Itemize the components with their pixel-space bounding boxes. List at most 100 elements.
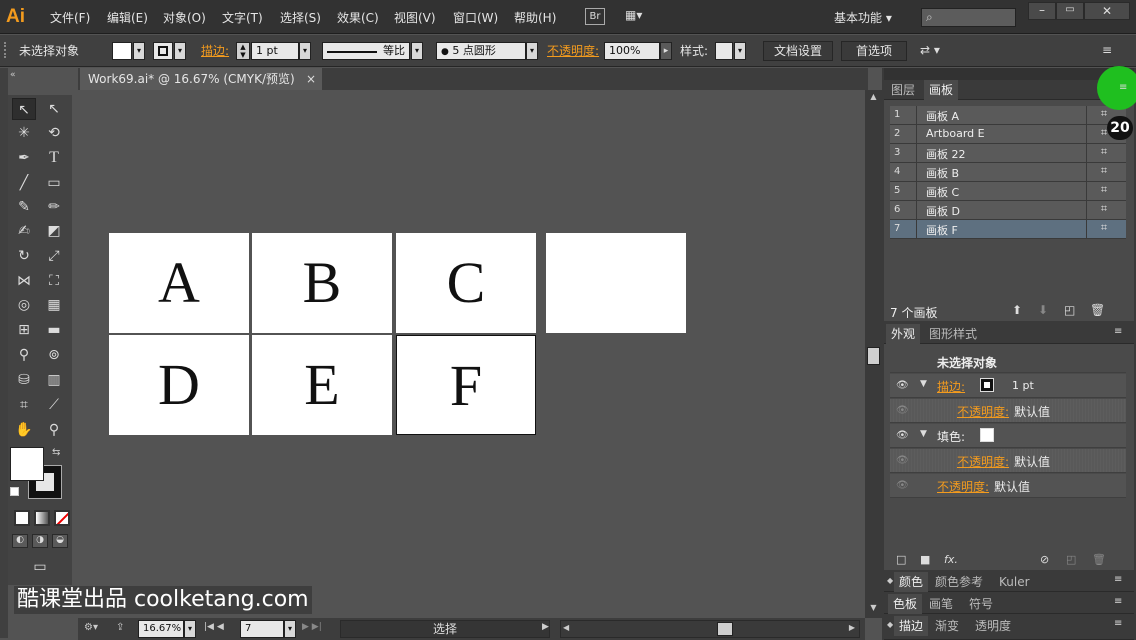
artboard-options-icon[interactable]: ⌗ <box>1095 202 1113 218</box>
zoom-tool-icon[interactable]: ⚲ <box>42 419 66 441</box>
fill-attribute-label[interactable]: 填色: <box>937 428 965 445</box>
fill-dropdown[interactable]: ▾ <box>133 42 145 60</box>
stroke-attribute-label[interactable]: 描边: <box>937 378 965 395</box>
fill-attribute-swatch[interactable] <box>980 428 994 442</box>
eye-icon[interactable]: 👁 <box>896 430 910 441</box>
stroke-attribute-row[interactable]: 👁 ▼ 描边: 1 pt <box>890 374 1126 398</box>
draw-normal-icon[interactable]: ◐ <box>12 534 28 548</box>
collapse-arrows-icon[interactable]: « <box>10 70 16 80</box>
gradient-mode-icon[interactable] <box>34 510 50 526</box>
scroll-left-icon[interactable]: ◀ <box>563 623 569 632</box>
brush-definition[interactable]: ● 5 点圆形 <box>436 42 526 60</box>
tab-transparency[interactable]: 透明度 <box>970 616 1016 636</box>
paintbrush-tool-icon[interactable]: ✎ <box>12 196 36 218</box>
move-up-icon[interactable]: ⬆ <box>1012 303 1022 317</box>
stroke-weight-field[interactable]: 1 pt <box>251 42 299 60</box>
stroke-dropdown[interactable]: ▾ <box>174 42 186 60</box>
artboard-row[interactable]: 5 画板 C ⌗ <box>890 182 1126 201</box>
tab-swatches[interactable]: 色板 <box>888 594 923 614</box>
shape-builder-tool-icon[interactable]: ◎ <box>12 294 36 316</box>
menu-type[interactable]: 文字(T) <box>222 9 263 27</box>
blend-tool-icon[interactable]: ⊚ <box>42 344 66 366</box>
scroll-down-icon[interactable]: ▼ <box>867 603 880 615</box>
artboard-row-selected[interactable]: 7 画板 F ⌗ <box>890 220 1126 239</box>
draw-inside-icon[interactable]: ◒ <box>52 534 68 548</box>
none-mode-icon[interactable] <box>54 510 70 526</box>
eye-icon[interactable]: 👁 <box>896 480 910 491</box>
selection-tool-icon[interactable]: ↖ <box>12 98 36 120</box>
tab-artboards[interactable]: 画板 <box>924 80 959 100</box>
width-tool-icon[interactable]: ⋈ <box>12 270 36 292</box>
pen-tool-icon[interactable]: ✒ <box>12 147 36 169</box>
perspective-grid-tool-icon[interactable]: ▦ <box>42 294 66 316</box>
menu-object[interactable]: 对象(O) <box>163 9 206 27</box>
expand-triangle-icon[interactable]: ▼ <box>920 379 927 389</box>
align-options-icon[interactable]: ⇄ ▾ <box>920 43 940 57</box>
artboard-options-icon[interactable]: ⌗ <box>1095 145 1113 161</box>
opacity-label[interactable]: 不透明度: <box>547 43 599 59</box>
new-artboard-icon[interactable]: ◰ <box>1064 303 1075 317</box>
object-opacity-row[interactable]: 👁 不透明度: 默认值 <box>890 474 1126 498</box>
horizontal-scroll-thumb[interactable] <box>717 622 733 636</box>
expand-panel-icon[interactable]: ◆ <box>887 620 893 629</box>
stroke-panel-menu-icon[interactable]: ≡ <box>1114 618 1122 629</box>
opacity-attribute-label[interactable]: 不透明度: <box>957 453 1009 470</box>
artboard-options-icon[interactable]: ⌗ <box>1095 221 1113 237</box>
close-window-button[interactable]: ✕ <box>1084 2 1130 20</box>
stroke-attribute-swatch[interactable] <box>980 378 994 392</box>
lasso-tool-icon[interactable]: ⟲ <box>42 122 66 144</box>
tab-appearance[interactable]: 外观 <box>886 324 921 344</box>
artboard-number-field[interactable]: 7 <box>240 620 284 638</box>
pencil-tool-icon[interactable]: ✏ <box>42 196 66 218</box>
free-transform-tool-icon[interactable]: ⛶ <box>42 270 66 292</box>
zoom-field[interactable]: 16.67% <box>138 620 184 638</box>
gradient-tool-icon[interactable]: ▬ <box>42 319 66 341</box>
artboard-b[interactable]: B <box>252 233 392 333</box>
artboard-row[interactable]: 1 画板 A ⌗ <box>890 106 1126 125</box>
swap-colors-icon[interactable]: ⇆ <box>52 447 60 458</box>
menu-view[interactable]: 视图(V) <box>394 9 436 27</box>
maximize-button[interactable]: ▭ <box>1056 2 1084 20</box>
graphic-style-swatch[interactable] <box>715 42 733 60</box>
artboard-options-icon[interactable]: ⌗ <box>1095 164 1113 180</box>
expand-panel-icon[interactable]: ◆ <box>887 576 893 585</box>
status-menu-arrow[interactable]: ▶ <box>542 622 549 632</box>
scale-tool-icon[interactable]: ⤢ <box>42 245 66 267</box>
artboard-c[interactable]: C <box>396 233 536 333</box>
color-panel-menu-icon[interactable]: ≡ <box>1114 574 1122 585</box>
scroll-right-icon[interactable]: ▶ <box>849 623 855 632</box>
artboard-tool-icon[interactable]: ⌗ <box>12 394 36 416</box>
variable-width-profile[interactable]: 等比 <box>322 42 410 60</box>
rotate-tool-icon[interactable]: ↻ <box>12 245 36 267</box>
opacity-arrow[interactable]: ▸ <box>660 42 672 60</box>
stroke-label[interactable]: 描边: <box>201 43 229 59</box>
artboard-row[interactable]: 2 Artboard E ⌗ <box>890 125 1126 144</box>
profile-dropdown[interactable]: ▾ <box>411 42 423 60</box>
move-down-icon[interactable]: ⬇ <box>1038 303 1048 317</box>
artboard-a[interactable]: A <box>109 233 249 333</box>
fill-color-front[interactable] <box>10 447 44 481</box>
canvas[interactable]: A B C D E F <box>78 90 865 618</box>
artboard-row[interactable]: 3 画板 22 ⌗ <box>890 144 1126 163</box>
line-tool-icon[interactable]: ╱ <box>12 172 36 194</box>
panel-menu-highlight[interactable]: ≡ <box>1097 66 1136 110</box>
eyedropper-tool-icon[interactable]: ⚲ <box>12 344 36 366</box>
fill-opacity-row[interactable]: 👁 不透明度: 默认值 <box>890 449 1126 473</box>
vertical-scroll-thumb[interactable] <box>867 347 880 365</box>
eye-icon[interactable]: 👁 <box>896 405 910 416</box>
menu-window[interactable]: 窗口(W) <box>453 9 498 27</box>
add-stroke-icon[interactable]: □ <box>896 553 906 566</box>
opacity-field[interactable]: 100% <box>604 42 660 60</box>
document-tab[interactable]: Work69.ai* @ 16.67% (CMYK/预览) × <box>80 68 322 90</box>
stroke-stepper[interactable]: ▲ ▼ <box>236 42 250 60</box>
eye-icon[interactable]: 👁 <box>896 455 910 466</box>
fx-icon[interactable]: fx. <box>944 553 958 566</box>
close-tab-icon[interactable]: × <box>306 68 316 90</box>
menu-effect[interactable]: 效果(C) <box>337 9 379 27</box>
slice-tool-icon[interactable]: ⟋ <box>42 394 66 416</box>
duplicate-item-icon[interactable]: ◰ <box>1066 553 1076 566</box>
horizontal-scrollbar[interactable]: ◀ ▶ <box>560 620 860 638</box>
menu-help[interactable]: 帮助(H) <box>514 9 556 27</box>
artboard-row[interactable]: 6 画板 D ⌗ <box>890 201 1126 220</box>
tab-color-guide[interactable]: 颜色参考 <box>930 572 988 592</box>
